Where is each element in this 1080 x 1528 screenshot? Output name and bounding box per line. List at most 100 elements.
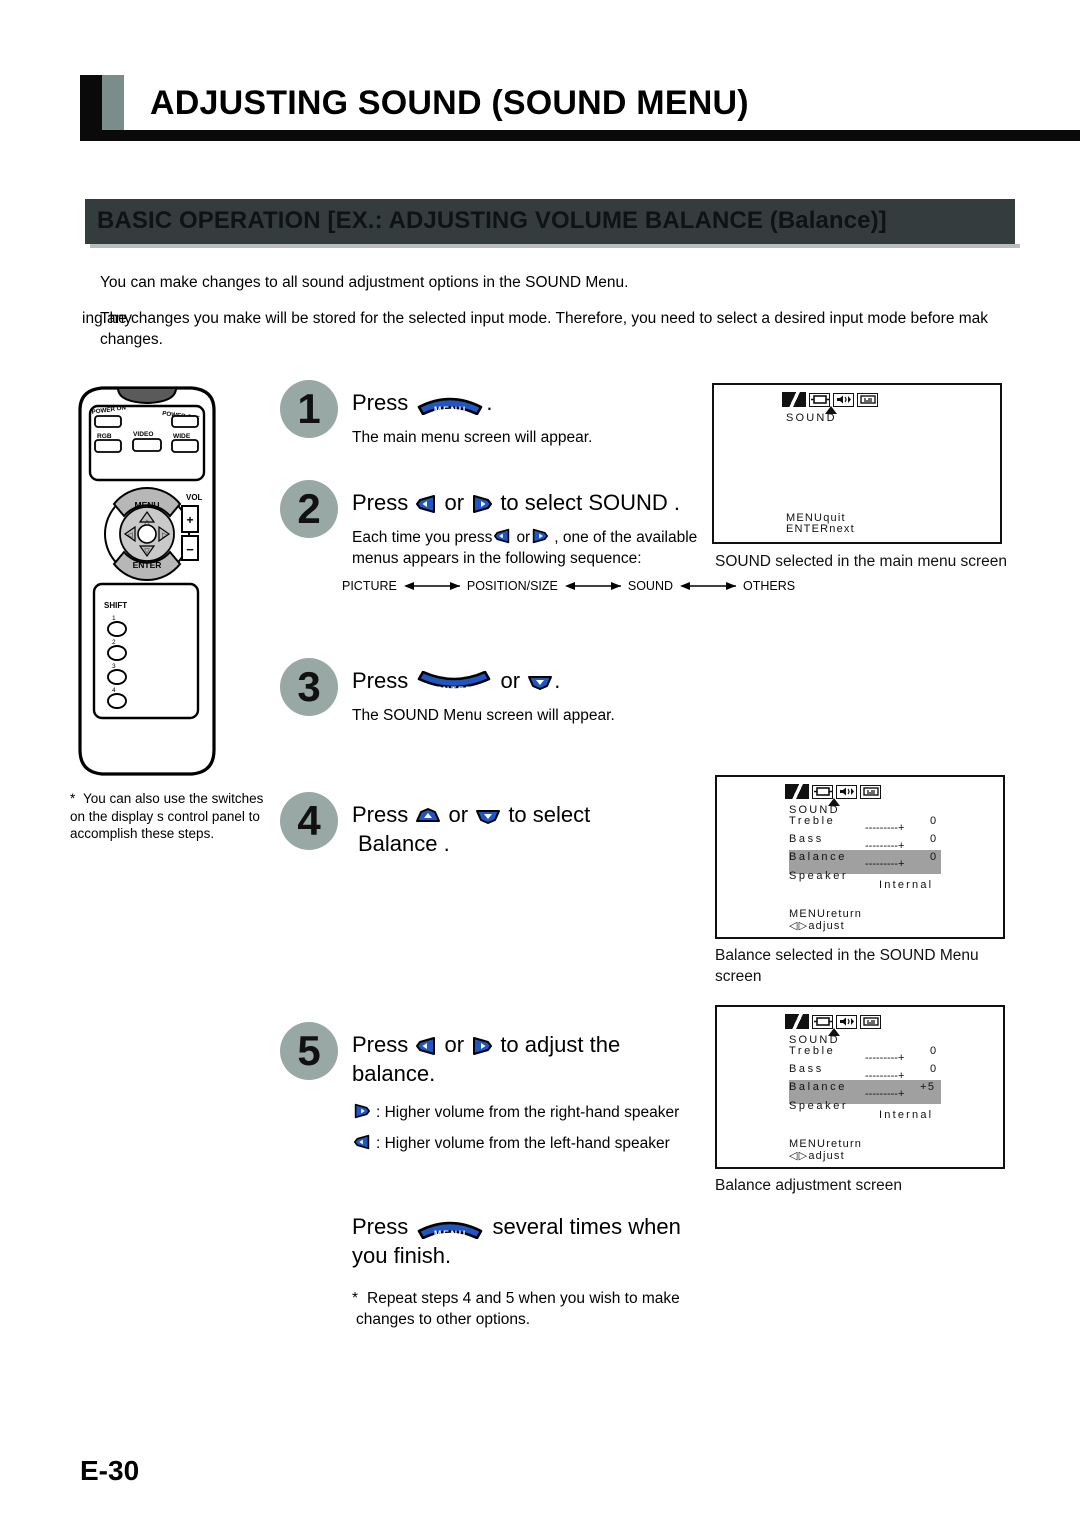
remote-dpad-up: △ [144, 519, 150, 526]
control-panel-note: * You can also use the switches on the d… [70, 790, 280, 843]
step-4-instruction: Press or to select Balance . [352, 792, 710, 858]
section-title: BASIC OPERATION [EX.: ADJUSTING VOLUME B… [97, 207, 887, 234]
sound-menu-icon [833, 392, 854, 407]
sequence-item-position-size: POSITION/SIZE [466, 579, 558, 593]
step-4: 4 Press or to select Balance . [280, 792, 710, 912]
step-2: 2 Press or to select SOUND . Each time y… [280, 480, 795, 640]
remote-dpad-right: ▷ [162, 532, 168, 539]
osd-row-label-bass-2: Bass [789, 833, 824, 845]
step-2-mid: or [444, 490, 465, 515]
osd-caption-3: Balance adjustment screen [715, 1177, 902, 1194]
position-size-menu-icon-2 [812, 784, 833, 799]
step-3-number: 3 [280, 658, 338, 716]
arrow-down-icon-2[interactable] [475, 808, 501, 825]
double-arrow-icon-2 [564, 580, 621, 592]
menu-button-icon[interactable]: MENU [417, 393, 483, 416]
step-5-legend-left-text: : Higher volume from the left-hand speak… [376, 1135, 670, 1152]
others-menu-icon-3 [860, 1014, 881, 1029]
osd-row-value-bass-3: 0 [930, 1063, 938, 1075]
intro-paragraph-2-cont: changes. [100, 331, 163, 348]
step-5-pre: Press [352, 1032, 409, 1057]
finish-block: Press MENU several times when you finish… [352, 1212, 752, 1328]
osd-icon-row-2 [785, 784, 881, 799]
picture-menu-icon-3 [785, 1014, 809, 1029]
step-5-legend-right-text: : Higher volume from the right-hand spea… [376, 1104, 680, 1121]
osd-row-label-balance-3: Balance [789, 1081, 847, 1093]
step-4-post: to select [508, 802, 591, 827]
double-arrow-icon-1 [403, 580, 460, 592]
manual-page: ADJUSTING SOUND (SOUND MENU) BASIC OPERA… [0, 0, 1080, 1528]
remote-label-shift: SHIFT [104, 601, 127, 610]
finish-note-line2: changes to other options. [356, 1311, 531, 1328]
finish-post-1: several times when [492, 1214, 681, 1239]
finish-pre: Press [352, 1214, 409, 1239]
step-1-note: The main menu screen will appear. [352, 429, 593, 446]
osd-row-bar-bass-3: ---------+ [865, 1070, 905, 1082]
step-2-post: to select SOUND . [500, 490, 681, 515]
osd-menu-title-1: SOUND [786, 412, 837, 424]
osd-row-bar-treble-2: ---------+ [865, 822, 905, 834]
arrow-left-icon-small[interactable] [493, 528, 515, 548]
step-3-post: . [554, 668, 561, 693]
intro-text: You can make changes to all sound adjust… [82, 272, 1050, 365]
osd-row-bar-bass-2: ---------+ [865, 840, 905, 852]
osd-screen-main-menu: SOUND MENUquit ENTERnext [712, 383, 1002, 544]
osd-caption-2-line1: Balance selected in the SOUND Menu [715, 947, 979, 964]
step-2-pre: Press [352, 490, 409, 515]
osd-row-bar-balance-2: ---------+ [865, 858, 905, 870]
arrow-right-icon-small[interactable] [531, 528, 553, 548]
arrow-right-icon[interactable] [471, 494, 493, 514]
others-menu-icon-2 [860, 784, 881, 799]
step-3-mid: or [500, 668, 521, 693]
osd-row-value-balance-3: +5 [920, 1081, 936, 1093]
osd-footer-line2-2: ◁▷adjust [789, 919, 845, 932]
osd-row-label-speaker-3: Speaker [789, 1100, 849, 1112]
arrow-left-icon[interactable] [415, 494, 437, 514]
osd-adjust-arrows-2: ◁▷ [789, 920, 809, 932]
remote-label-rgb: RGB [97, 433, 112, 440]
osd-screen-balance-adjustment: SOUND Treble 0 ---------+ Bass 0 -------… [715, 1005, 1005, 1169]
step-2-note-a: Each time you press [352, 529, 493, 546]
finish-instruction: Press MENU several times when you finish… [352, 1212, 752, 1270]
remote-label-num1: 1 [112, 615, 116, 622]
osd-icon-row-1 [782, 392, 878, 407]
step-3-instruction: Press ENTER or . [352, 658, 710, 695]
menu-button-icon-2[interactable]: MENU [417, 1217, 483, 1240]
step-4-instruction-line2: Balance . [358, 831, 450, 856]
sequence-item-sound: SOUND [627, 579, 674, 593]
step-1-instruction: Press MENU . [352, 380, 710, 417]
osd-footer-line2-1: ENTERnext [786, 523, 855, 535]
steps-column: 1 Press MENU . The main menu screen will… [280, 380, 795, 1172]
osd-row-value-speaker-2: Internal [879, 879, 934, 891]
step-5-number: 5 [280, 1022, 338, 1080]
arrow-down-icon[interactable] [527, 674, 553, 691]
osd-row-label-speaker-2: Speaker [789, 870, 849, 882]
arrow-up-icon[interactable] [415, 808, 441, 824]
osd-footer-adjust-2: adjust [808, 920, 845, 932]
arrow-left-icon-2[interactable] [415, 1036, 437, 1056]
sequence-item-others: OTHERS [743, 579, 796, 593]
step-2-note-c: , one of the available [554, 529, 698, 546]
intro-paragraph-2-overlap: ing any [82, 310, 132, 327]
note-text: You can also use the switches on the dis… [70, 791, 264, 841]
picture-menu-icon [782, 392, 806, 407]
others-menu-icon [857, 392, 878, 407]
remote-control-illustration: POWER ON POWER OFF RGB VIDEO WIDE MENU E… [62, 382, 282, 782]
position-size-menu-icon-3 [812, 1014, 833, 1029]
enter-button-icon[interactable]: ENTER [417, 671, 491, 695]
step-4-mid: or [448, 802, 469, 827]
section-header-shadow [90, 244, 1020, 248]
osd-caption-2: Balance selected in the SOUND Menu scree… [715, 945, 1015, 987]
osd-row-label-bass-3: Bass [789, 1063, 824, 1075]
sound-menu-icon-3 [836, 1014, 857, 1029]
step-1-pre: Press [352, 390, 409, 415]
remote-dpad-down: ▽ [144, 548, 150, 555]
osd-adjust-arrows-3: ◁▷ [789, 1150, 809, 1162]
remote-label-vol-minus: − [186, 542, 194, 557]
arrow-right-icon-2[interactable] [471, 1036, 493, 1056]
osd-row-value-bass-2: 0 [930, 833, 938, 845]
page-number: E-30 [80, 1455, 140, 1486]
step-5-instruction-line2: balance. [352, 1061, 436, 1086]
osd-footer-line2-3: ◁▷adjust [789, 1149, 845, 1162]
picture-menu-icon-2 [785, 784, 809, 799]
